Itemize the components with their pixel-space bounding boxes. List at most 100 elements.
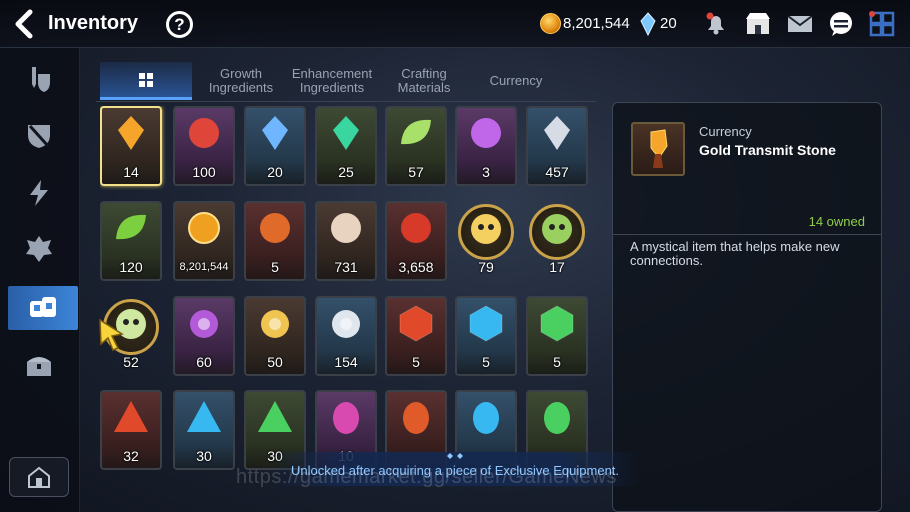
item-count: 17 [549, 259, 565, 275]
item-count: 50 [267, 354, 283, 370]
tab-currency[interactable]: Currency [472, 62, 560, 100]
menu-grid-icon[interactable] [866, 9, 898, 39]
silver-shard-icon [544, 116, 570, 150]
gold-transmit-stone-icon [631, 122, 685, 176]
item-count: 3 [482, 164, 490, 180]
inventory-item[interactable]: 5 [244, 201, 308, 283]
detail-item-name: Gold Transmit Stone [699, 142, 836, 158]
lightning-icon [30, 180, 48, 206]
sword-shield-icon [32, 67, 50, 92]
inventory-item[interactable]: 30 [173, 390, 237, 472]
sidebar-item-catalysts[interactable] [18, 228, 60, 270]
storage-button[interactable] [9, 457, 69, 497]
inventory-item[interactable]: 25 [315, 106, 379, 188]
inventory-item[interactable]: 60 [173, 296, 237, 378]
chat-icon[interactable] [825, 9, 857, 39]
heart-leaf-icon [116, 214, 146, 240]
cursor-pointer-icon [98, 318, 126, 352]
item-count: 25 [338, 164, 354, 180]
tab-crafting-materials[interactable]: Crafting Materials [380, 62, 468, 100]
blue-crystal-icon [262, 116, 288, 150]
tab-growth-ingredients[interactable]: Growth Ingredients [196, 62, 286, 100]
item-count: 60 [196, 354, 212, 370]
item-count: 154 [334, 354, 358, 370]
inventory-item[interactable]: 5 [385, 296, 449, 378]
item-detail-panel: Currency Gold Transmit Stone 14 owned A … [612, 102, 882, 512]
sidebar-item-equipment[interactable] [18, 58, 60, 100]
bell-icon[interactable] [700, 9, 732, 39]
detail-owned-count: 14 owned [808, 214, 865, 229]
inventory-item[interactable]: 120 [100, 201, 164, 283]
item-count: 52 [123, 354, 139, 370]
green-gem-icon [333, 116, 359, 150]
grid-icon [139, 72, 153, 87]
green-oval-icon [544, 402, 570, 434]
chess-knight-icon [331, 213, 361, 243]
inventory-item[interactable]: 5 [455, 296, 519, 378]
gold-icon [540, 13, 561, 34]
mail-icon[interactable] [784, 9, 816, 39]
item-count: 20 [267, 164, 283, 180]
inventory-item[interactable]: 50 [244, 296, 308, 378]
sidebar-item-skills[interactable] [18, 172, 60, 214]
item-count: 731 [334, 259, 358, 275]
page-title: Inventory [48, 12, 139, 34]
tab-enhancement-ingredients[interactable]: Enhancement Ingredients [288, 62, 376, 100]
silver-flower-icon [332, 310, 360, 338]
treasure-chest-icon [27, 357, 51, 376]
red-triangle-icon [114, 401, 148, 432]
inventory-item[interactable]: 32 [100, 390, 164, 472]
item-count: 457 [545, 164, 569, 180]
inventory-item[interactable]: 14 [100, 106, 164, 188]
inventory-item[interactable]: 100 [173, 106, 237, 188]
inventory-item[interactable]: 8,201,544 [173, 201, 237, 283]
leaf-icon [401, 119, 431, 145]
detail-description: A mystical item that helps make new conn… [630, 239, 840, 268]
broken-shield-icon [28, 124, 50, 148]
item-count: 32 [123, 448, 139, 464]
help-button[interactable]: ? [166, 11, 193, 38]
sidebar [0, 48, 80, 512]
inventory-item[interactable]: 731 [315, 201, 379, 283]
sidebar-item-materials[interactable] [8, 286, 78, 330]
inventory-item[interactable]: 17 [526, 201, 590, 283]
back-arrow-icon[interactable] [10, 8, 40, 40]
item-count: 57 [408, 164, 424, 180]
red-mask-icon [401, 213, 431, 243]
blue-oval-icon [473, 402, 499, 434]
inventory-item[interactable]: 79 [455, 201, 519, 283]
blue-hex-icon [469, 305, 503, 342]
inventory-item[interactable]: 3,658 [385, 201, 449, 283]
gold-flower-icon [261, 310, 289, 338]
item-count: 3,658 [398, 259, 434, 275]
house-icon [28, 466, 50, 488]
inventory-item[interactable]: 20 [244, 106, 308, 188]
inventory-item[interactable]: 457 [526, 106, 590, 188]
item-count: 8,201,544 [179, 261, 229, 273]
top-bar: Inventory ? 8,201,544 20 [0, 0, 910, 48]
spiky-shield-icon [26, 236, 52, 262]
red-oval-icon [403, 402, 429, 434]
purple-seal-icon [471, 118, 501, 148]
purple-flower-icon [190, 310, 218, 338]
item-count: 5 [482, 354, 490, 370]
sidebar-item-artifacts[interactable] [18, 114, 60, 156]
gold-amount: 8,201,544 [563, 15, 630, 32]
detail-category: Currency [699, 124, 752, 139]
inventory-item[interactable]: 57 [385, 106, 449, 188]
penguin-gold-icon [471, 214, 501, 244]
category-tabs: Growth Ingredients Enhancement Ingredien… [96, 62, 596, 102]
item-count: 14 [123, 164, 139, 180]
red-rune-icon [189, 118, 219, 148]
inventory-item[interactable]: 154 [315, 296, 379, 378]
inventory-item[interactable]: 5 [526, 296, 590, 378]
shop-icon[interactable] [742, 9, 774, 39]
blue-triangle-icon [187, 401, 221, 432]
inventory-item[interactable]: 3 [455, 106, 519, 188]
item-count: 5 [412, 354, 420, 370]
crystal-icon [640, 12, 656, 37]
tab-all[interactable] [100, 62, 192, 100]
crystal-amount: 20 [660, 15, 677, 32]
sidebar-item-chest[interactable] [18, 344, 60, 386]
green-triangle-icon [258, 401, 292, 432]
